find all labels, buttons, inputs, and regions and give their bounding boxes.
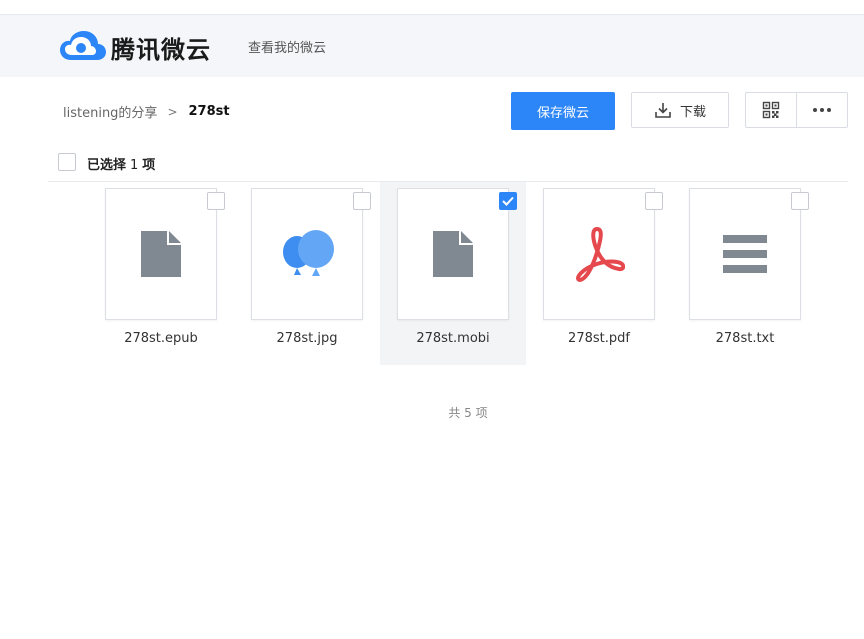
toolbar: listening的分享 > 278st 保存微云 下载 <box>0 88 864 132</box>
file-thumbnail[interactable] <box>105 188 217 320</box>
file-item[interactable]: 278st.txt <box>665 182 811 365</box>
more-dots-icon <box>813 108 831 112</box>
breadcrumb-current: 278st <box>188 104 230 119</box>
file-name: 278st.mobi <box>416 331 490 346</box>
more-actions-group <box>745 92 848 128</box>
file-name: 278st.txt <box>715 331 775 346</box>
file-grid: 278st.epub 278st.jpg 278st.mobi 278st.pd… <box>0 182 864 366</box>
download-label: 下载 <box>679 104 706 120</box>
file-name: 278st.pdf <box>568 331 630 346</box>
qrcode-icon <box>762 101 780 119</box>
cloud-logo-icon <box>60 31 106 60</box>
document-icon <box>141 231 181 277</box>
total-count: 共 5 项 <box>448 406 488 420</box>
file-name: 278st.jpg <box>276 331 338 346</box>
document-icon <box>433 231 473 277</box>
file-thumbnail[interactable] <box>397 188 509 320</box>
breadcrumb-parent[interactable]: listening的分享 <box>63 102 157 121</box>
file-item[interactable]: 278st.epub <box>81 182 227 365</box>
save-to-weiyun-button[interactable]: 保存微云 <box>511 92 615 130</box>
file-item[interactable]: 278st.pdf <box>519 182 665 365</box>
file-checkbox[interactable] <box>645 192 663 210</box>
file-item[interactable]: 278st.jpg <box>227 182 373 365</box>
file-checkbox[interactable] <box>791 192 809 210</box>
selection-bar: 已选择 1 项 <box>48 152 848 182</box>
file-thumbnail[interactable] <box>543 188 655 320</box>
download-button[interactable]: 下载 <box>631 92 729 128</box>
more-button[interactable] <box>796 93 847 127</box>
header: 腾讯微云 查看我的微云 <box>0 14 864 77</box>
file-checkbox[interactable] <box>353 192 371 210</box>
file-item[interactable]: 278st.mobi <box>380 182 526 365</box>
breadcrumb: listening的分享 > 278st <box>63 102 230 121</box>
select-all-checkbox[interactable] <box>58 153 76 171</box>
selection-number: 1 <box>130 158 139 173</box>
pdf-icon <box>576 227 625 282</box>
selection-count: 已选择 1 项 <box>87 154 155 173</box>
balloons-icon <box>283 230 334 276</box>
brand-name: 腾讯微云 <box>111 35 211 64</box>
selection-prefix: 已选择 <box>87 158 127 173</box>
file-checkbox[interactable] <box>207 192 225 210</box>
chevron-right-icon: > <box>167 104 178 119</box>
checkmark-icon <box>502 196 514 206</box>
logo[interactable]: 腾讯微云 <box>57 29 217 65</box>
file-thumbnail[interactable] <box>251 188 363 320</box>
text-icon <box>723 235 767 273</box>
download-icon <box>655 103 671 118</box>
file-name: 278st.epub <box>124 331 198 346</box>
file-thumbnail[interactable] <box>689 188 801 320</box>
file-checkbox-checked[interactable] <box>499 192 517 210</box>
view-my-weiyun-link[interactable]: 查看我的微云 <box>248 37 326 56</box>
selection-suffix: 项 <box>142 158 156 173</box>
qrcode-button[interactable] <box>746 93 796 127</box>
